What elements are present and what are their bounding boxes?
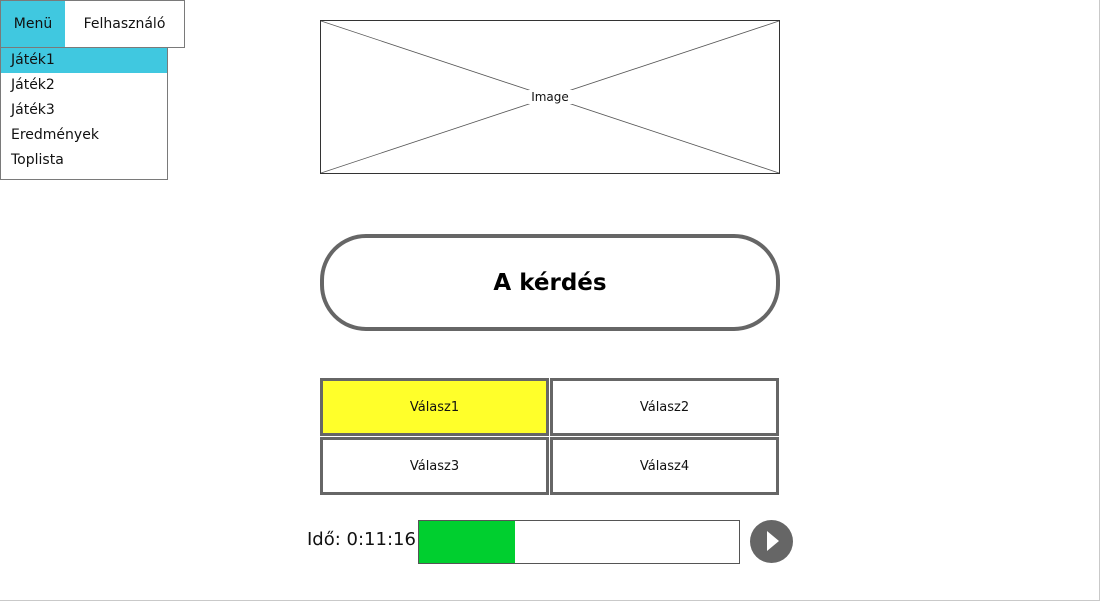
menu-item-toplista[interactable]: Toplista [1,148,167,173]
menu-tab[interactable]: Menü [1,1,65,47]
time-progress-fill [419,521,515,563]
menu-item-jatek2[interactable]: Játék2 [1,73,167,98]
user-tab[interactable]: Felhasználó [65,1,184,47]
play-icon [767,531,779,551]
answer-button-1[interactable]: Válasz1 [320,378,549,436]
answer-button-4[interactable]: Válasz4 [550,437,779,495]
menu-dropdown: Játék1 Játék2 Játék3 Eredmények Toplista [0,47,168,180]
play-button[interactable] [750,520,793,563]
answer-button-3[interactable]: Válasz3 [320,437,549,495]
menu-item-jatek1[interactable]: Játék1 [1,48,167,73]
menu-item-eredmenyek[interactable]: Eredmények [1,123,167,148]
answer-button-2[interactable]: Válasz2 [550,378,779,436]
image-placeholder: Image [320,20,780,174]
question-text: A kérdés [320,234,780,331]
timer-label: Idő: 0:11:16 [307,529,416,550]
menu-item-jatek3[interactable]: Játék3 [1,98,167,123]
image-placeholder-label: Image [528,90,572,104]
time-progress-bar [418,520,740,564]
menu-bar: Menü Felhasználó [0,0,185,48]
